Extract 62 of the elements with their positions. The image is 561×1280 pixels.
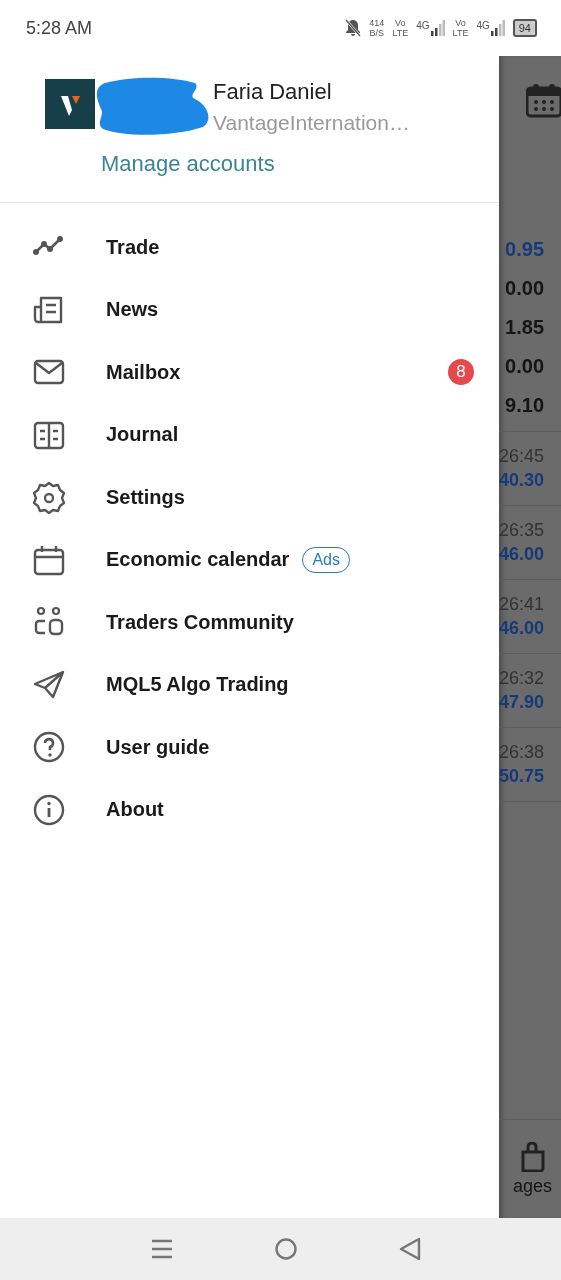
menu-item-label: Mailbox xyxy=(106,360,181,384)
deal-price: 46.00 xyxy=(499,618,545,639)
menu-item[interactable]: Mailbox 8 xyxy=(0,341,499,404)
volte-label: LTE xyxy=(452,28,469,38)
settings-icon xyxy=(32,480,66,515)
signal-icon xyxy=(430,20,445,36)
network-type: 4G xyxy=(476,20,490,31)
bell-off-icon xyxy=(345,19,362,37)
deal-price: 47.90 xyxy=(499,692,545,713)
menu-item-label: News xyxy=(106,298,159,322)
volte-label: LTE xyxy=(392,28,409,38)
deal-price: 40.30 xyxy=(499,470,545,491)
unread-count-badge: 8 xyxy=(448,359,474,386)
quote-value: 0.95 xyxy=(505,237,545,262)
menu-item-label: Settings xyxy=(106,485,185,509)
logo-icon xyxy=(45,79,95,129)
menu-item[interactable]: Trade xyxy=(0,216,499,279)
menu-item[interactable]: Journal xyxy=(0,403,499,466)
deal-price: 46.00 xyxy=(499,544,545,565)
quote-value: 0.00 xyxy=(505,276,545,301)
menu-item[interactable]: Settings xyxy=(0,466,499,529)
menu-item[interactable]: About xyxy=(0,778,499,841)
menu-item-label: User guide xyxy=(106,735,210,759)
info-icon xyxy=(32,792,66,827)
deal-time: 26:45 xyxy=(499,446,545,467)
back-icon[interactable] xyxy=(398,1237,421,1261)
menu-item[interactable]: Economic calendar Ads xyxy=(0,528,499,591)
clock-time: 5:28 AM xyxy=(26,17,93,39)
menu-item-label: Traders Community xyxy=(106,610,294,634)
server-name: VantageInternation… xyxy=(213,111,410,135)
menu-item[interactable]: Traders Community xyxy=(0,591,499,654)
deal-time: 26:38 xyxy=(499,742,545,763)
menu-item-label: About xyxy=(106,798,164,822)
menu-item[interactable]: MQL5 Algo Trading xyxy=(0,653,499,716)
quote-value: 1.85 xyxy=(505,315,545,340)
network-type: 4G xyxy=(416,20,430,31)
bag-icon xyxy=(520,1141,545,1172)
deal-time: 26:32 xyxy=(499,668,545,689)
deal-price: 50.75 xyxy=(499,766,545,787)
deal-time: 26:41 xyxy=(499,594,545,615)
network-speed: 414 xyxy=(369,18,385,28)
quote-value: 0.00 xyxy=(505,354,545,379)
menu-icon[interactable] xyxy=(150,1239,173,1259)
menu-item-label: Journal xyxy=(106,423,179,447)
battery-level: 94 xyxy=(518,22,531,34)
menu-item-label: MQL5 Algo Trading xyxy=(106,673,289,697)
manage-accounts-link[interactable]: Manage accounts xyxy=(101,151,410,177)
home-icon[interactable] xyxy=(273,1237,298,1261)
account-name: Faria Daniel xyxy=(213,79,333,106)
menu-item-label: Economic calendar xyxy=(106,548,290,572)
deal-time: 26:35 xyxy=(499,520,545,541)
menu-item[interactable]: User guide xyxy=(0,716,499,779)
tab-label: ages xyxy=(513,1175,553,1197)
menu-item-label: Trade xyxy=(106,235,160,259)
signal-icon xyxy=(490,20,505,36)
help-icon xyxy=(32,730,66,765)
network-speed: B/S xyxy=(369,28,385,38)
quote-value: 9.10 xyxy=(505,393,545,418)
volte-label: Vo xyxy=(455,18,466,28)
menu-item[interactable]: News xyxy=(0,278,499,341)
calendar-icon[interactable] xyxy=(526,82,561,118)
volte-label: Vo xyxy=(395,18,406,28)
